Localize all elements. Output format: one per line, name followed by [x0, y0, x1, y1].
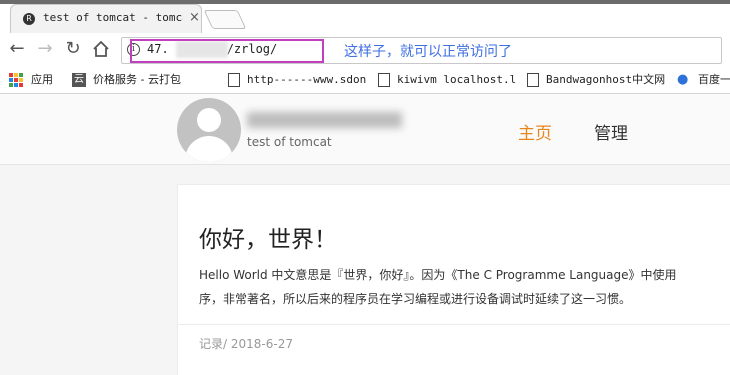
divider [178, 324, 730, 325]
favicon-icon: R [23, 13, 35, 25]
bookmark-yun[interactable]: 云价格服务 - 云打包 [72, 70, 181, 90]
home-icon[interactable] [90, 38, 112, 60]
nav-admin-link[interactable]: 管理 [594, 119, 628, 144]
site-header: test of tomcat 主页 管理 [0, 94, 730, 165]
forward-icon[interactable]: → [34, 38, 56, 60]
site-subtitle: test of tomcat [247, 135, 332, 149]
post-meta: 记录/ 2018-6-27 [199, 337, 293, 351]
post-title[interactable]: 你好，世界！ [199, 220, 337, 254]
new-tab-button[interactable] [203, 10, 247, 29]
address-bar[interactable]: i 47./zrlog/ 这样子，就可以正常访问了 [121, 37, 722, 64]
bookmark-bandwagon[interactable]: Bandwagonhost中文网 [527, 70, 665, 90]
avatar-head [197, 108, 221, 132]
back-icon[interactable]: ← [6, 38, 28, 60]
bookmark-apps[interactable]: 应用 [9, 70, 53, 90]
post-body: Hello World 中文意思是『世界，你好』。因为《The C Progra… [199, 263, 730, 311]
tab-strip: R test of tomcat - tomca × [0, 0, 730, 34]
page-icon [527, 73, 539, 87]
highlight-box [130, 39, 324, 63]
post-body-line: 序，非常著名，所以后来的程序员在学习编程或进行设备调试时延续了这一习惯。 [199, 292, 632, 306]
page-icon [228, 73, 240, 87]
post-body-line: Hello World 中文意思是『世界，你好』。因为《The C Progra… [199, 268, 677, 282]
page-icon [378, 73, 390, 87]
avatar-body [185, 136, 233, 162]
bookmark-sdon[interactable]: http------www.sdon [228, 70, 366, 90]
yun-icon: 云 [72, 73, 86, 87]
bookmark-baidu[interactable]: ● 百度一 [677, 70, 730, 90]
apps-grid-icon [9, 73, 23, 87]
browser-tab[interactable]: R test of tomcat - tomca × [10, 4, 202, 34]
post-card: 你好，世界！ Hello World 中文意思是『世界，你好』。因为《The C… [177, 184, 730, 375]
bookmarks-bar: 应用 云价格服务 - 云打包 http------www.sdon kiwivm… [0, 66, 730, 94]
redacted-site-title [247, 112, 402, 128]
annotation-text: 这样子，就可以正常访问了 [344, 44, 512, 60]
browser-toolbar: ← → ↻ i 47./zrlog/ 这样子，就可以正常访问了 [0, 33, 730, 66]
reload-icon[interactable]: ↻ [62, 38, 84, 60]
close-tab-icon[interactable]: × [189, 10, 200, 25]
avatar [177, 98, 241, 162]
baidu-paw-icon: ● [677, 72, 689, 87]
nav-home-link[interactable]: 主页 [518, 119, 552, 144]
bookmark-kiwivm[interactable]: kiwivm localhost.l [378, 70, 516, 90]
tab-title: test of tomcat - tomca [43, 11, 183, 24]
